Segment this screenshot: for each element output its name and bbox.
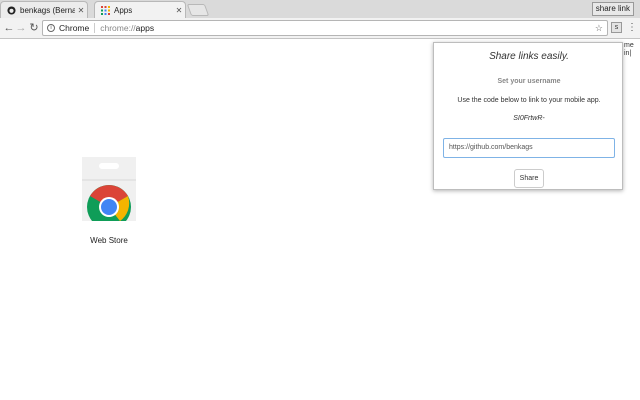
page-edge-text: me in| xyxy=(624,42,640,58)
share-link-extension-icon[interactable]: s xyxy=(611,22,622,33)
popup-description: Use the code below to link to your mobil… xyxy=(457,97,601,104)
profile-button[interactable]: share link xyxy=(591,2,634,16)
address-bar[interactable]: i Chrome chrome:// apps ☆ xyxy=(42,20,608,36)
close-icon[interactable]: ✕ xyxy=(173,6,185,15)
menu-icon[interactable]: ⋮ xyxy=(627,21,637,35)
url-prefix: chrome:// xyxy=(100,23,136,33)
tab-apps[interactable]: Apps ✕ xyxy=(94,1,186,18)
share-links-popup: Share links easily. Set your username Us… xyxy=(433,42,623,190)
close-icon[interactable]: ✕ xyxy=(75,6,87,15)
tab-github[interactable]: benkags (Bernard K ✕ xyxy=(0,1,88,18)
back-button[interactable]: ← xyxy=(3,21,15,35)
apps-grid-icon xyxy=(101,5,110,15)
reload-button[interactable]: ↻ xyxy=(28,21,40,35)
popup-heading: Share links easily. xyxy=(489,51,569,62)
scheme-label: Chrome xyxy=(59,23,96,33)
tab-strip: benkags (Bernard K ✕ Apps ✕ share link xyxy=(0,0,640,18)
popup-subheading: Set your username xyxy=(497,78,561,85)
new-tab-button[interactable] xyxy=(186,4,210,16)
bookmark-star-icon[interactable]: ☆ xyxy=(595,23,603,34)
username-input[interactable]: https://github.com/benkags xyxy=(443,138,615,158)
info-icon[interactable]: i xyxy=(47,24,55,32)
app-web-store[interactable]: Web Store xyxy=(82,157,136,245)
link-code: SI0FrtwR- xyxy=(513,115,545,122)
tab-title: benkags (Bernard K xyxy=(20,5,75,15)
forward-button[interactable]: → xyxy=(15,21,27,35)
app-label: Web Store xyxy=(90,236,128,245)
url-host: apps xyxy=(135,23,155,33)
edge-text-line: in| xyxy=(624,50,632,57)
github-icon xyxy=(7,5,16,15)
tab-title: Apps xyxy=(114,5,133,15)
browser-toolbar: ← → ↻ i Chrome chrome:// apps ☆ s ⋮ xyxy=(0,18,640,39)
edge-text-line: me xyxy=(624,42,634,49)
chrome-web-store-icon xyxy=(82,157,136,229)
share-button[interactable]: Share xyxy=(514,169,544,188)
